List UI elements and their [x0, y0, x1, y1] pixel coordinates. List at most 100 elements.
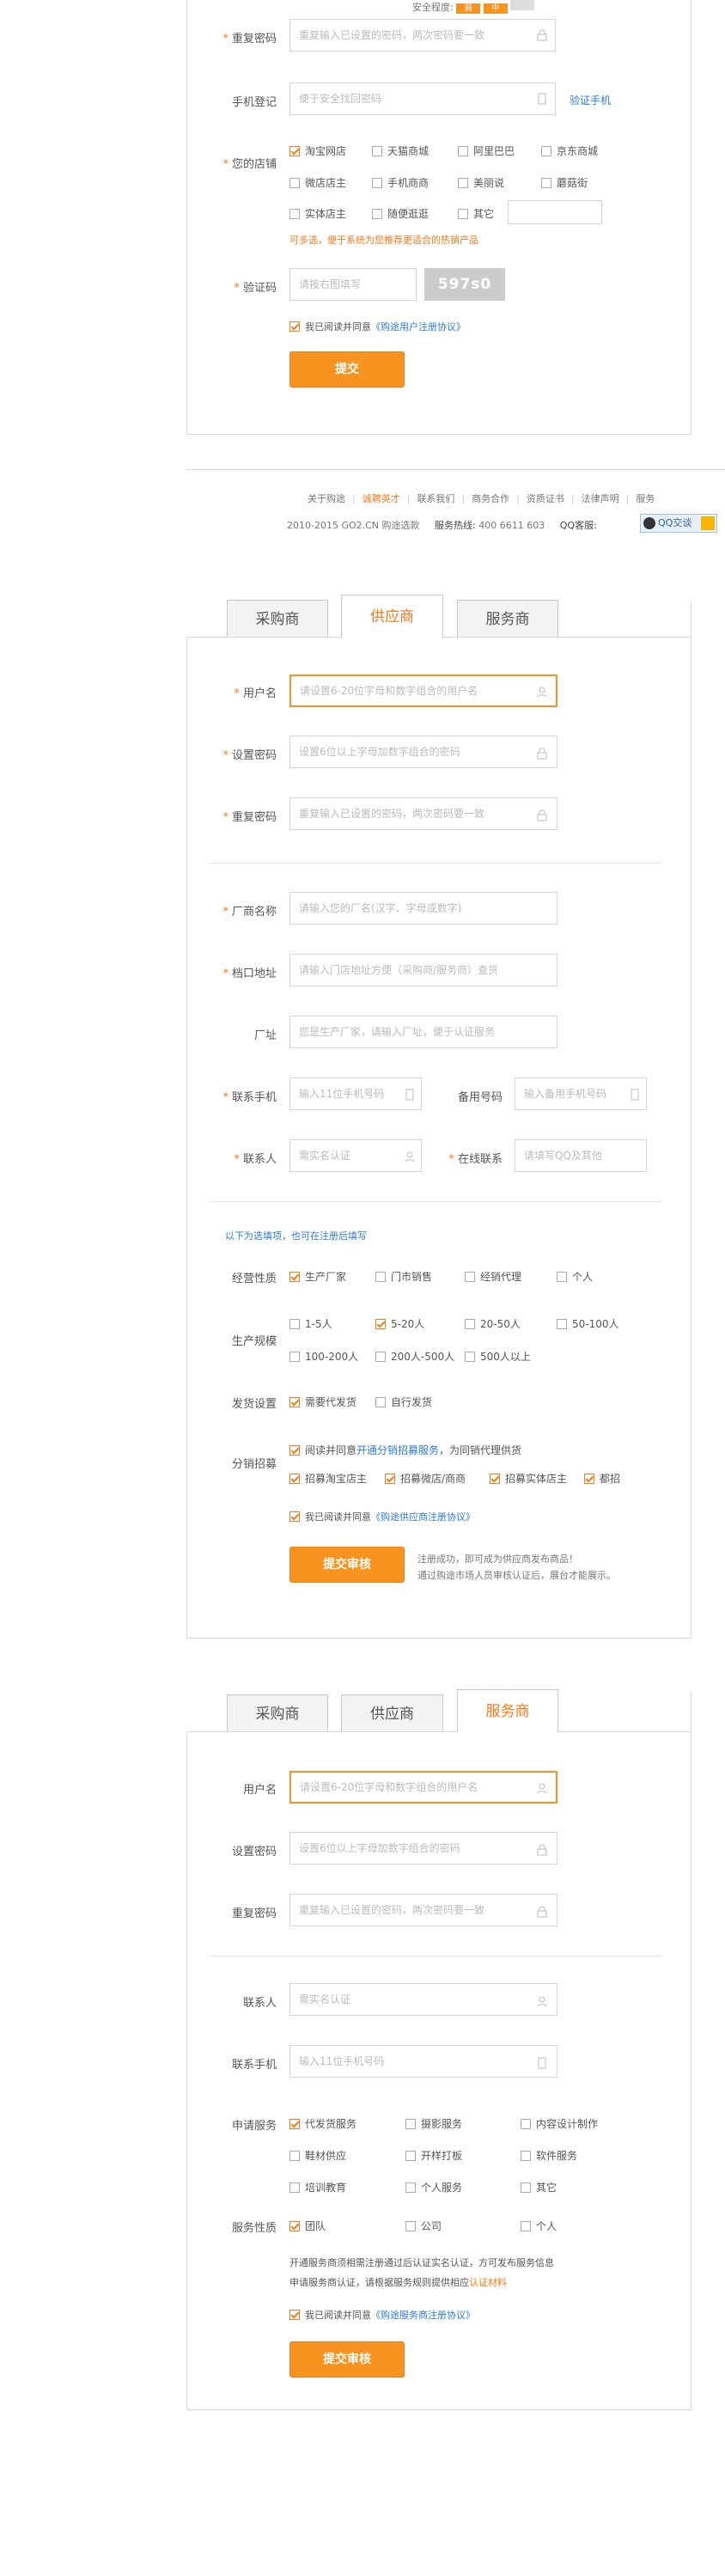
tab-service[interactable]: 服务商 [457, 600, 558, 638]
contact-input[interactable]: 需实名认证 [289, 1139, 422, 1172]
vendor-input[interactable]: 请输入您的厂名(汉字、字母或数字) [289, 892, 557, 925]
shop-option[interactable]: 蘑菇街 [541, 175, 588, 190]
dist-option[interactable]: 招募淘宝店主 [289, 1471, 367, 1486]
agreement-link[interactable]: 《购途供应商注册协议》 [371, 1511, 475, 1523]
ship-option[interactable]: 需要代发货 [289, 1395, 356, 1409]
tab-supplier[interactable]: 供应商 [341, 1694, 443, 1732]
dist-agree[interactable]: 阅读并同意开通分销招募服务，为同销代理供货 [289, 1443, 521, 1457]
footer-link[interactable]: 联系我们 [417, 493, 454, 504]
stall-input[interactable]: 请输入门店地址方便（采购商/服务商）查货 [289, 954, 557, 986]
service-option[interactable]: 开样打板 [405, 2148, 462, 2163]
phone-label: 手机登记 [231, 96, 277, 109]
type-option[interactable]: 团队 [289, 2219, 326, 2233]
shop-option[interactable]: 其它 [458, 206, 494, 221]
service-option[interactable]: 摄影服务 [405, 2116, 462, 2131]
info-line: 开通服务商须相需注册通过后认证实名认证，方可发布服务信息 [289, 2257, 554, 2268]
tab-service[interactable]: 服务商 [457, 1689, 558, 1732]
backup-input[interactable]: 输入备用手机号码 [515, 1077, 647, 1110]
shop-option[interactable]: 美丽说 [458, 175, 504, 190]
scale-option[interactable]: 100-200人 [289, 1349, 358, 1364]
tab-buyer[interactable]: 采购商 [227, 1694, 328, 1732]
footer-link[interactable]: 诚聘英才 [362, 493, 400, 504]
verify-phone-link[interactable]: 验证手机 [570, 93, 611, 107]
shop-option[interactable]: 随便逛逛 [372, 206, 429, 221]
confirm-pwd-input[interactable]: 重复输入已设置的密码，两次密码要一致 [289, 1894, 557, 1926]
submit-button[interactable]: 提交 [289, 351, 405, 388]
cert-material-link[interactable]: 认证材料 [469, 2277, 507, 2288]
service-option[interactable]: 代发货服务 [289, 2116, 356, 2131]
shop-option[interactable]: 京东商城 [541, 143, 598, 158]
lock-icon [537, 1906, 547, 1918]
note-line: 注册成功，即可成为供应商发布商品！ [417, 1554, 578, 1565]
service-option[interactable]: 培训教育 [289, 2180, 346, 2194]
confirm-pwd-input[interactable]: 重复输入已设置的密码，两次密码要一致 [289, 797, 557, 830]
dist-option[interactable]: 招募实体店主 [490, 1471, 567, 1486]
agreement-link[interactable]: 《购途用户注册协议》 [371, 321, 466, 333]
service-option[interactable]: 个人服务 [405, 2180, 462, 2194]
captcha-image[interactable]: 597s0 [424, 268, 505, 301]
dist-option[interactable]: 都招 [584, 1471, 620, 1486]
confirm-pwd-input[interactable]: 重复输入已设置的密码，两次密码要一致 [289, 19, 556, 52]
copyright: 2010-2015 GO2.CN 购途选款 [287, 520, 420, 531]
scale-option[interactable]: 5-20人 [375, 1316, 424, 1331]
scale-option[interactable]: 500人以上 [465, 1349, 531, 1364]
footer-link[interactable]: 商务合作 [472, 493, 509, 504]
scale-option[interactable]: 200人-500人 [375, 1349, 454, 1364]
checkbox-icon [541, 177, 551, 188]
footer-link[interactable]: 关于购途 [308, 493, 345, 504]
mobile-input[interactable]: 输入11位手机号码 [289, 2045, 557, 2078]
footer-link[interactable]: 服务 [636, 493, 655, 504]
footer-link[interactable]: 资质证书 [527, 493, 564, 504]
contact-input[interactable]: 需实名认证 [289, 1983, 557, 2016]
type-option[interactable]: 公司 [405, 2219, 442, 2233]
code-input[interactable]: 请按右图填写 [289, 268, 417, 301]
shop-option[interactable]: 微店店主 [289, 175, 346, 190]
phone-input[interactable]: 便于安全找回密码 [289, 82, 556, 115]
mobile-input[interactable]: 输入11位手机号码 [289, 1077, 422, 1110]
nature-option[interactable]: 个人 [557, 1269, 593, 1284]
agree-row[interactable]: 我已阅读并同意《购途用户注册协议》 [289, 320, 466, 333]
online-input[interactable]: 请填写QQ及其他 [515, 1139, 647, 1172]
footer-links: 关于购途 | 诚聘英才 | 联系我们 | 商务合作 | 资质证书 | 法律声明 | 服务 [308, 493, 655, 504]
footer-link[interactable]: 法律声明 [582, 493, 619, 504]
agreement-link[interactable]: 《购途服务商注册协议》 [371, 2310, 475, 2321]
shop-option[interactable]: 天猫商城 [372, 143, 429, 158]
scale-option[interactable]: 1-5人 [289, 1316, 332, 1331]
factory-input[interactable]: 您是生产厂家，请输入厂址，便于认证服务 [289, 1016, 557, 1048]
hotline-label: 服务热线: [435, 520, 476, 531]
submit-button[interactable]: 提交审核 [289, 1547, 405, 1583]
service-option[interactable]: 内容设计制作 [521, 2116, 598, 2131]
type-option[interactable]: 个人 [521, 2219, 557, 2233]
submit-button[interactable]: 提交审核 [289, 2341, 405, 2378]
username-input[interactable]: 请设置6-20位字母和数字组合的用户名 [289, 675, 557, 707]
password-input[interactable]: 设置6位以上字母加数字组合的密码 [289, 736, 557, 768]
nature-option[interactable]: 经销代理 [465, 1269, 521, 1284]
ship-option[interactable]: 自行发货 [375, 1395, 432, 1409]
tab-buyer[interactable]: 采购商 [227, 600, 328, 638]
nature-option[interactable]: 门市销售 [375, 1269, 432, 1284]
checkbox-icon [465, 1271, 475, 1282]
shop-option[interactable]: 实体店主 [289, 206, 346, 221]
password-input[interactable]: 设置6位以上字母加数字组合的密码 [289, 1832, 557, 1865]
checkbox-icon [289, 1271, 300, 1282]
agree-row[interactable]: 我已阅读并同意《购途服务商注册协议》 [289, 2308, 475, 2322]
tab-supplier[interactable]: 供应商 [341, 595, 443, 638]
contact-label: 联系人 [242, 1997, 277, 2010]
nature-option[interactable]: 生产厂家 [289, 1269, 346, 1284]
username-input[interactable]: 请设置6-20位字母和数字组合的用户名 [289, 1771, 557, 1804]
service-option[interactable]: 软件服务 [521, 2148, 577, 2163]
dist-option[interactable]: 招募微店/商商 [385, 1471, 466, 1486]
section-divider [210, 1201, 661, 1202]
agree-row[interactable]: 我已阅读并同意《购途供应商注册协议》 [289, 1510, 475, 1523]
dist-service-link[interactable]: 开通分销招募服务 [356, 1444, 439, 1456]
shop-other-input[interactable] [508, 200, 602, 224]
checkbox-icon [289, 1318, 300, 1329]
scale-option[interactable]: 20-50人 [465, 1316, 521, 1331]
shop-option[interactable]: 手机商商 [372, 175, 429, 190]
qq-chat-button[interactable]: QQ交谈 [640, 514, 717, 533]
shop-option[interactable]: 淘宝网店 [289, 143, 346, 158]
service-option[interactable]: 其它 [521, 2180, 557, 2194]
scale-option[interactable]: 50-100人 [557, 1316, 619, 1331]
shop-option[interactable]: 阿里巴巴 [458, 143, 515, 158]
service-option[interactable]: 鞋材供应 [289, 2148, 346, 2163]
